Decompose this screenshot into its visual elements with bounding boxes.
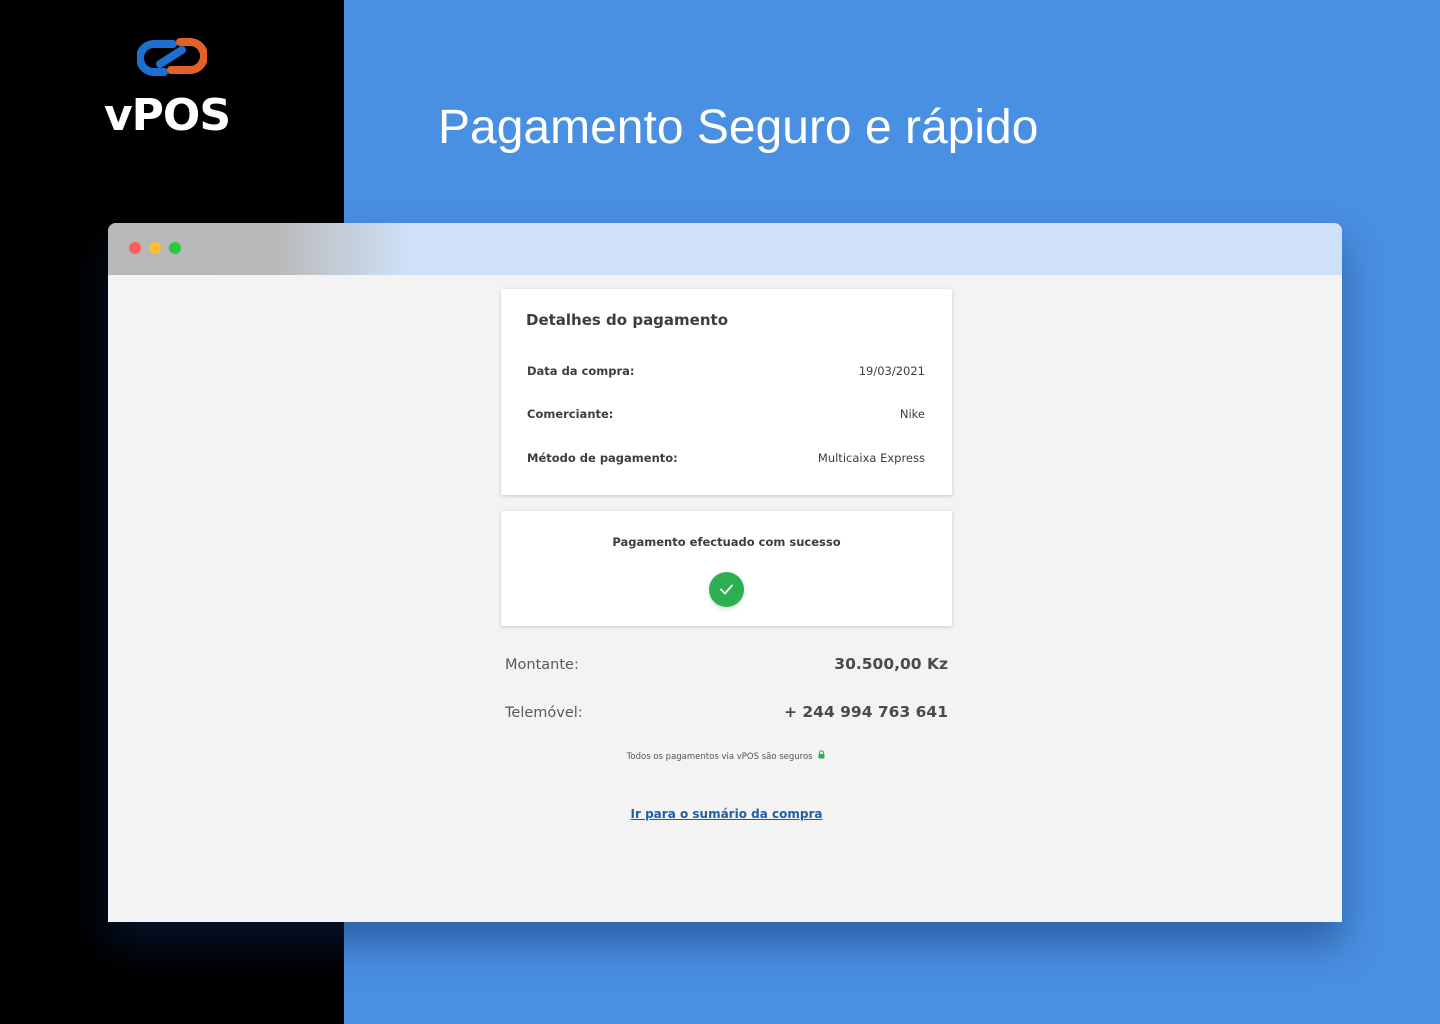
payment-details-card: Detalhes do pagamento Data da compra: 19… (501, 289, 952, 495)
browser-titlebar (108, 223, 1342, 275)
page-headline: Pagamento Seguro e rápido (438, 101, 1039, 154)
minimize-window-icon[interactable] (149, 242, 161, 254)
security-note: Todos os pagamentos via vPOS são seguros (501, 750, 952, 762)
amount-label: Montante: (505, 657, 579, 673)
payment-method-value: Multicaixa Express (817, 451, 925, 465)
phone-label: Telemóvel: (505, 705, 583, 721)
amount-value: 30.500,00 Kz (834, 655, 948, 673)
merchant-value: Nike (899, 407, 925, 421)
browser-window: Detalhes do pagamento Data da compra: 19… (108, 223, 1342, 922)
payment-status-card: Pagamento efectuado com sucesso (501, 511, 952, 626)
purchase-date-label: Data da compra: (527, 364, 635, 378)
check-circle-icon (709, 572, 744, 607)
brand-name: vPOS (104, 90, 231, 141)
payment-success-message: Pagamento efectuado com sucesso (612, 535, 841, 549)
security-note-text: Todos os pagamentos via vPOS são seguros (626, 752, 813, 762)
merchant-label: Comerciante: (527, 407, 614, 421)
phone-value: + 244 994 763 641 (784, 703, 948, 721)
payment-method-label: Método de pagamento: (527, 451, 678, 465)
lock-icon (818, 750, 825, 759)
vpos-logo-icon (137, 38, 207, 76)
purchase-date-value: 19/03/2021 (858, 364, 925, 378)
phone-row: Telemóvel: + 244 994 763 641 (505, 703, 948, 727)
maximize-window-icon[interactable] (169, 242, 181, 254)
merchant-row: Comerciante: Nike (527, 407, 925, 427)
payment-page: Detalhes do pagamento Data da compra: 19… (108, 275, 1342, 922)
payment-method-row: Método de pagamento: Multicaixa Express (527, 451, 925, 471)
amount-row: Montante: 30.500,00 Kz (505, 655, 948, 679)
payment-details-title: Detalhes do pagamento (526, 311, 729, 329)
purchase-date-row: Data da compra: 19/03/2021 (527, 364, 925, 384)
close-window-icon[interactable] (129, 242, 141, 254)
purchase-summary-link[interactable]: Ir para o sumário da compra (501, 807, 952, 821)
